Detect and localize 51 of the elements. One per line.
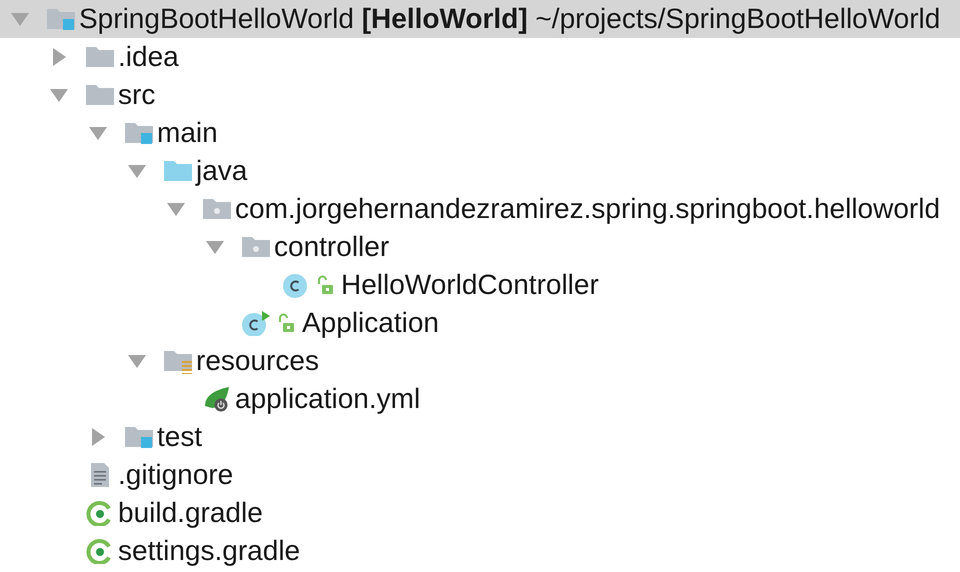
- folder-icon: [85, 44, 115, 70]
- folder-icon: [124, 120, 154, 146]
- class-icon: [241, 310, 271, 336]
- tree-item[interactable]: build.gradle: [0, 494, 960, 532]
- package-icon: [241, 234, 271, 260]
- tree-item[interactable]: test: [0, 418, 960, 456]
- tree-item[interactable]: src: [0, 76, 960, 114]
- tree-item[interactable]: .idea: [0, 38, 960, 76]
- folder-icon: [46, 6, 76, 32]
- tree-item[interactable]: application.yml: [0, 380, 960, 418]
- tree-item[interactable]: SpringBootHelloWorld [HelloWorld] ~/projects/SpringBootHelloWorld: [0, 0, 960, 38]
- leaf-icon: [202, 386, 232, 412]
- item-label: src: [118, 79, 156, 111]
- resources-folder-icon: [163, 348, 193, 374]
- tree-item[interactable]: com.jorgehernandezramirez.spring.springboot.helloworld: [0, 190, 960, 228]
- class-icon: [280, 272, 310, 298]
- collapse-arrow-icon[interactable]: [205, 240, 225, 254]
- tree-item[interactable]: settings.gradle: [0, 532, 960, 570]
- expand-arrow-icon[interactable]: [52, 47, 66, 67]
- collapse-arrow-icon[interactable]: [127, 164, 147, 178]
- item-label: settings.gradle: [118, 535, 300, 567]
- item-label: application.yml: [235, 383, 420, 415]
- collapse-arrow-icon[interactable]: [88, 126, 108, 140]
- item-label: controller: [274, 231, 390, 263]
- folder-icon: [163, 158, 193, 184]
- collapse-arrow-icon[interactable]: [127, 354, 147, 368]
- tree-item[interactable]: resources: [0, 342, 960, 380]
- package-icon: [202, 196, 232, 222]
- tree-item[interactable]: Application: [0, 304, 960, 342]
- item-label: .gitignore: [118, 459, 234, 491]
- item-label: java: [196, 155, 248, 187]
- item-label: SpringBootHelloWorld [HelloWorld] ~/projects/SpringBootHelloWorld: [79, 3, 940, 35]
- item-label: build.gradle: [118, 497, 263, 529]
- expand-arrow-icon[interactable]: [91, 427, 105, 447]
- item-label: test: [157, 421, 202, 453]
- folder-icon: [85, 82, 115, 108]
- item-label: HelloWorldController: [341, 269, 599, 301]
- tree-item[interactable]: main: [0, 114, 960, 152]
- collapse-arrow-icon[interactable]: [10, 12, 30, 26]
- item-label: resources: [196, 345, 319, 377]
- collapse-arrow-icon[interactable]: [166, 202, 186, 216]
- tree-item[interactable]: controller: [0, 228, 960, 266]
- folder-icon: [124, 424, 154, 450]
- item-label: Application: [302, 307, 439, 339]
- item-label: main: [157, 117, 218, 149]
- item-label: com.jorgehernandezramirez.spring.springboot.helloworld: [235, 193, 940, 225]
- item-label: .idea: [118, 41, 179, 73]
- tree-item[interactable]: HelloWorldController: [0, 266, 960, 304]
- tree-item[interactable]: .gitignore: [0, 456, 960, 494]
- tree-item[interactable]: java: [0, 152, 960, 190]
- collapse-arrow-icon[interactable]: [49, 88, 69, 102]
